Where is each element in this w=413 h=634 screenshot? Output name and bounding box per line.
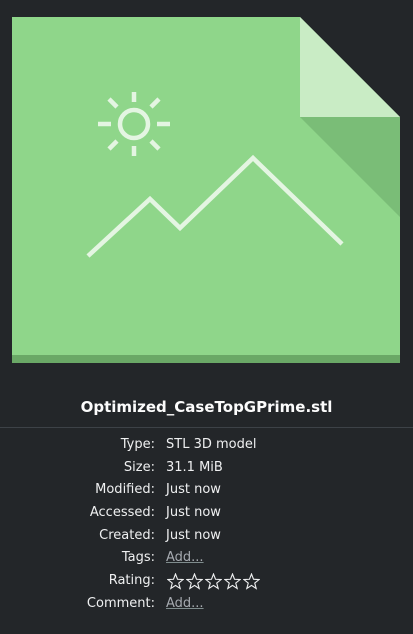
divider <box>0 427 413 428</box>
add-tags-link[interactable]: Add... <box>166 547 204 570</box>
folded-corner <box>300 17 400 117</box>
image-file-icon <box>12 17 400 363</box>
add-comment-link[interactable]: Add... <box>166 593 204 616</box>
property-row-comment: Comment: Add... <box>0 593 413 616</box>
property-row-type: Type: STL 3D model <box>0 434 413 457</box>
file-info-panel: Optimized_CaseTopGPrime.stl Type: STL 3D… <box>0 0 413 634</box>
property-row-modified: Modified: Just now <box>0 479 413 502</box>
property-row-size: Size: 31.1 MiB <box>0 457 413 480</box>
property-row-accessed: Accessed: Just now <box>0 502 413 525</box>
file-preview <box>12 17 400 363</box>
property-row-tags: Tags: Add... <box>0 547 413 570</box>
properties-list: Type: STL 3D model Size: 31.1 MiB Modifi… <box>0 434 413 616</box>
rating-stars[interactable] <box>167 573 260 590</box>
property-label: Tags: <box>121 550 155 566</box>
property-label: Rating: <box>108 573 155 589</box>
property-label: Comment: <box>86 595 155 611</box>
document-bottom-edge <box>12 355 400 363</box>
property-value: STL 3D model <box>166 437 257 452</box>
star-outline-icon[interactable] <box>224 573 241 590</box>
property-label: Size: <box>123 459 155 475</box>
star-outline-icon[interactable] <box>186 573 203 590</box>
file-name: Optimized_CaseTopGPrime.stl <box>80 398 333 416</box>
property-row-created: Created: Just now <box>0 525 413 548</box>
property-value: Just now <box>166 482 221 498</box>
property-label: Created: <box>99 527 155 543</box>
star-outline-icon[interactable] <box>167 573 184 590</box>
star-outline-icon[interactable] <box>243 573 260 590</box>
property-value: Just now <box>166 505 221 521</box>
property-value: 31.1 MiB <box>166 459 223 475</box>
property-label: Modified: <box>95 482 155 498</box>
property-label: Type: <box>120 437 155 452</box>
property-label: Accessed: <box>89 505 155 521</box>
property-row-rating: Rating: <box>0 570 413 593</box>
property-value: Just now <box>166 527 221 543</box>
star-outline-icon[interactable] <box>205 573 222 590</box>
